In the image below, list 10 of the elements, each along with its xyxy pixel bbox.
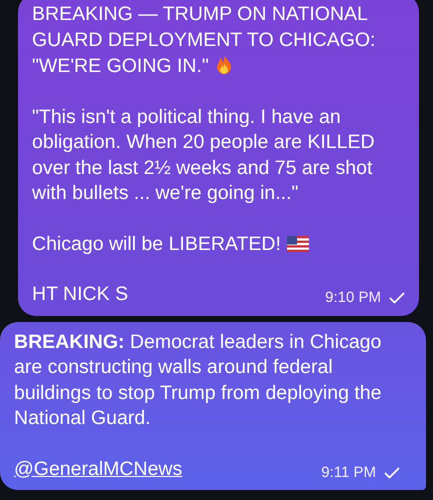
flag-icon xyxy=(286,236,309,252)
message-text: "This isn't a political thing. I have an obligation. When 20 people are KILLED over the last 2½ weeks and 75 are shot with bullets ... we're going in..." xyxy=(32,104,376,206)
message-text: Chicago will be LIBERATED! xyxy=(32,232,405,257)
message-text: BREAKING — TRUMP ON NATIONAL GUARD DEPLOYMENT TO CHICAGO: "WE'RE GOING IN." xyxy=(32,2,376,79)
message-text: HT NICK S xyxy=(32,282,128,307)
fire-icon xyxy=(214,53,233,75)
channel-link[interactable]: @GeneralMCNews xyxy=(14,456,182,482)
message-text: BREAKING: Democrat leaders in Chicago are constructing walls around federal buildings to stop Trump from deploying the National Guard. xyxy=(14,330,382,431)
message-time: 9:11 PM xyxy=(321,462,376,482)
message-time: 9:10 PM xyxy=(325,288,381,308)
